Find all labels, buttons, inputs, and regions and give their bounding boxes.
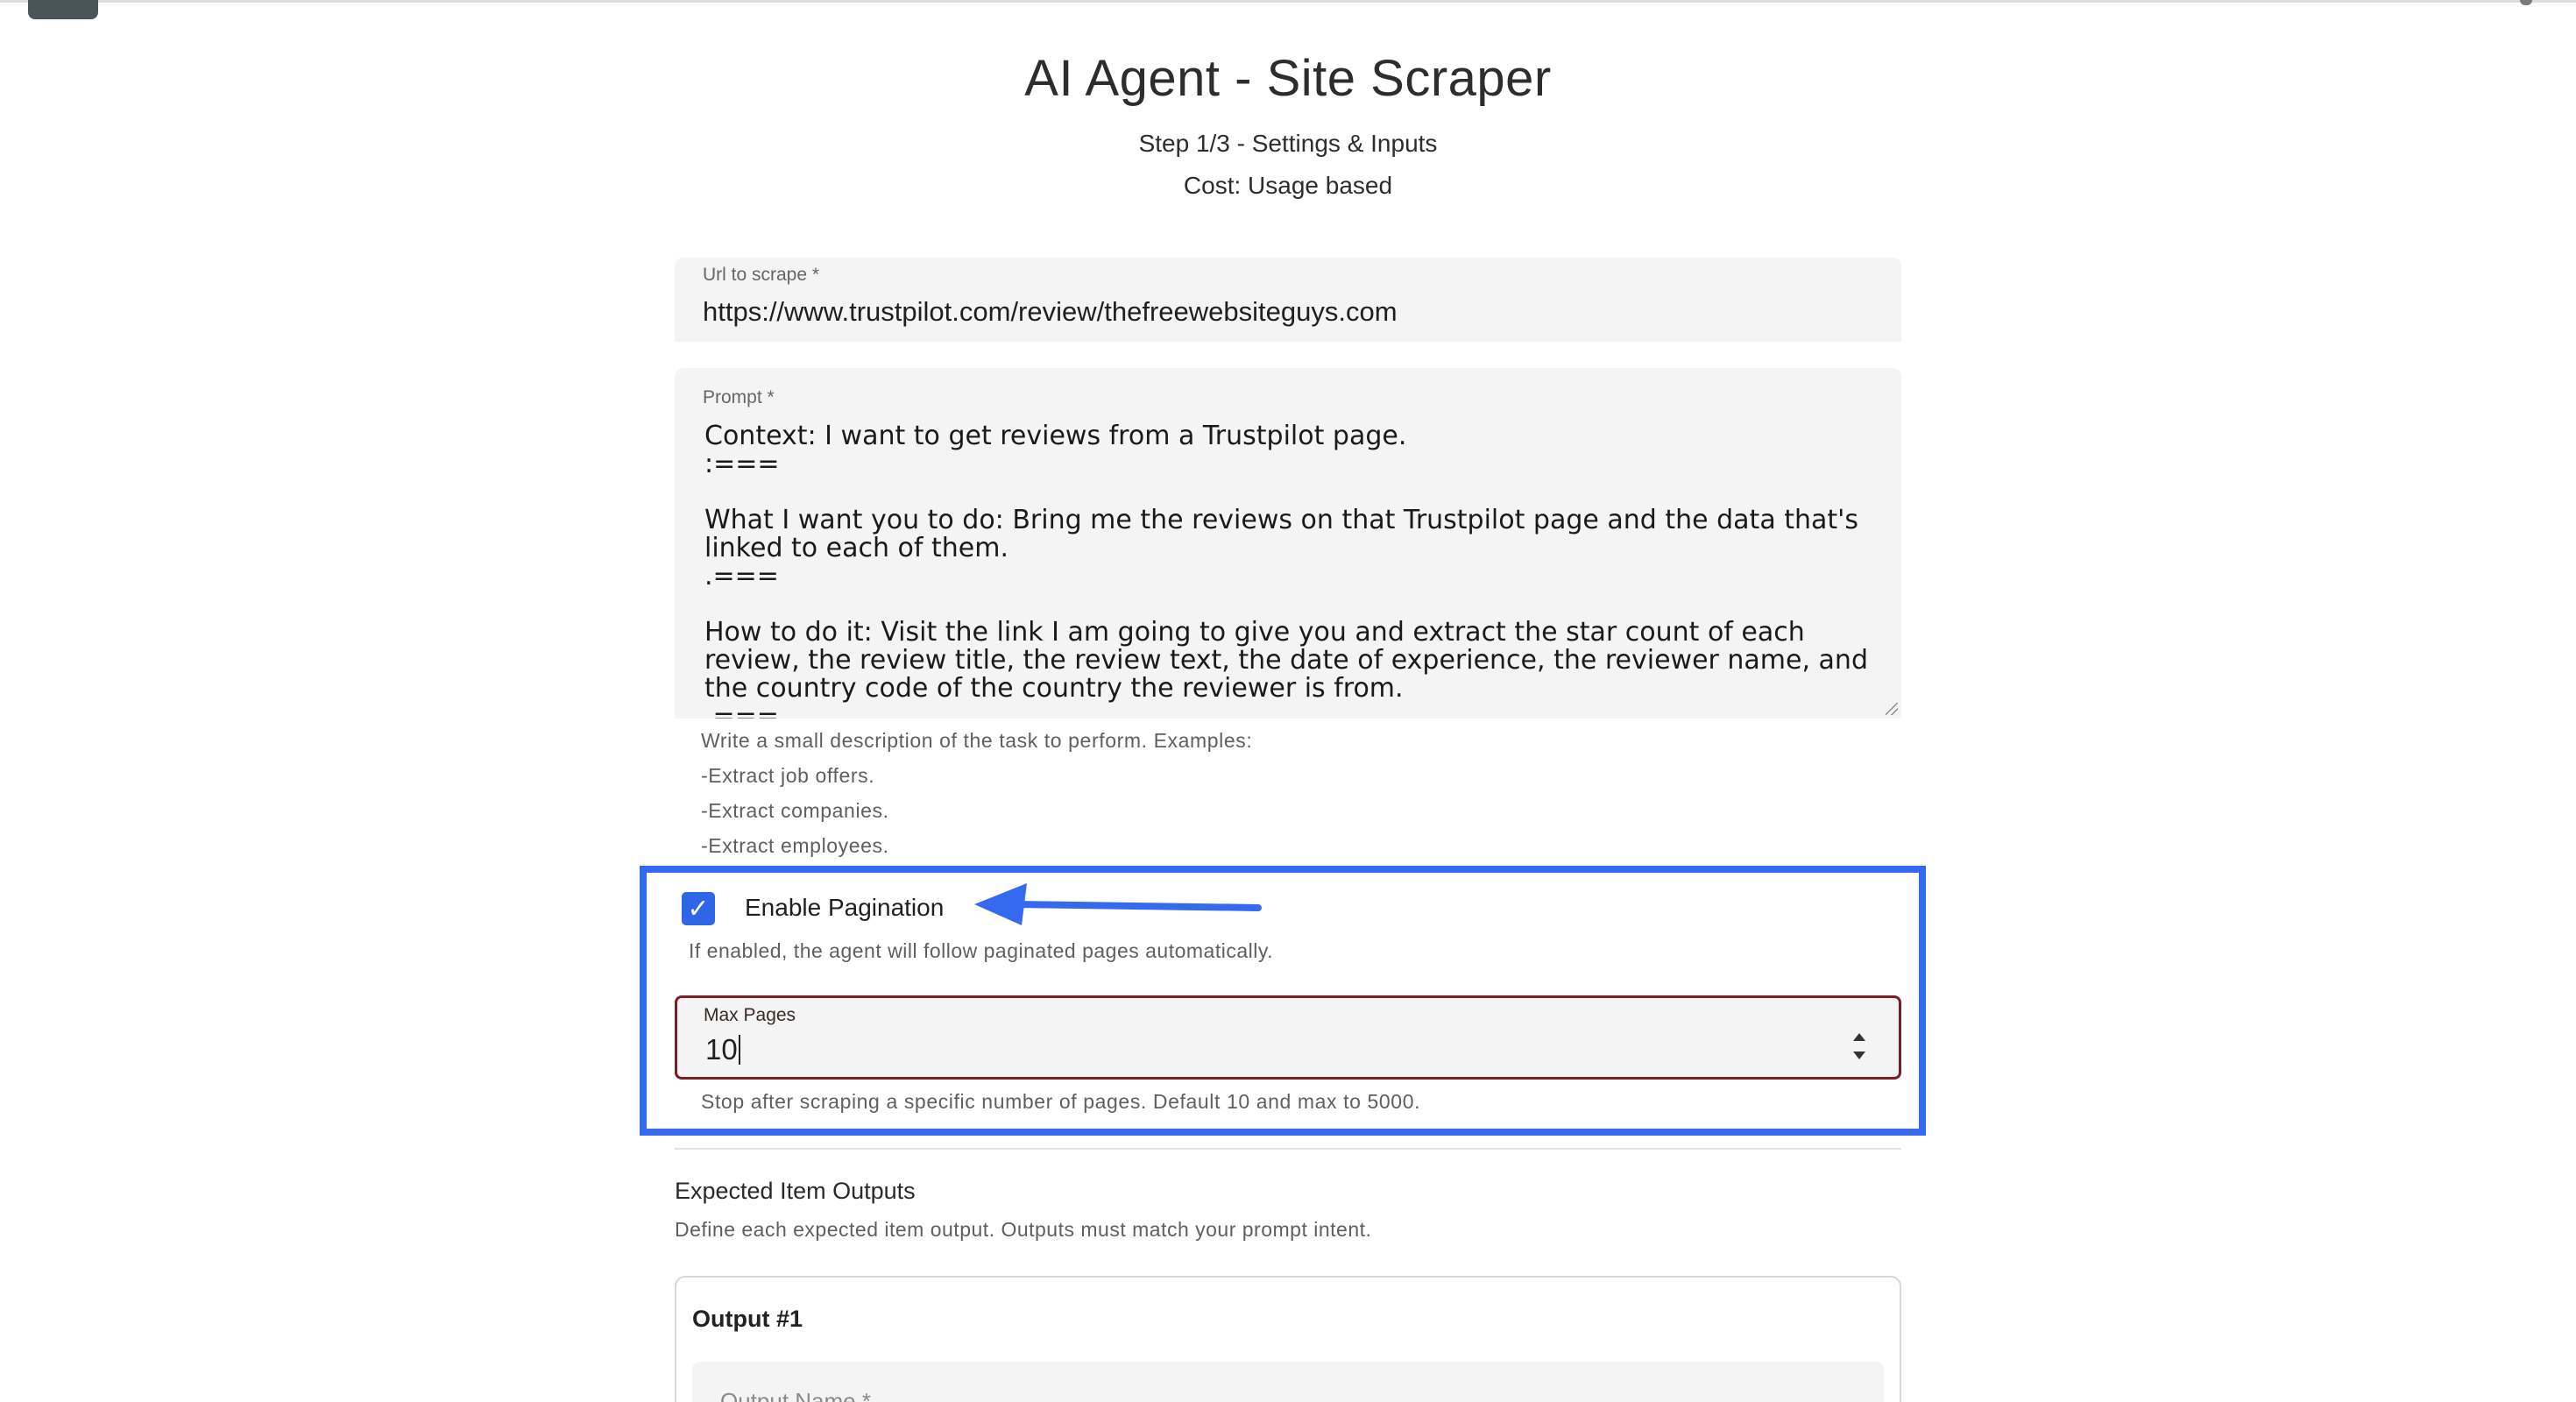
decrement-icon[interactable] — [1853, 1052, 1865, 1059]
step-indicator: Step 1/3 - Settings & Inputs — [1138, 130, 1438, 157]
output-name-field[interactable]: Output Name * — [692, 1362, 1884, 1402]
text-cursor — [738, 1035, 740, 1065]
outputs-section-title: Expected Item Outputs — [675, 1178, 916, 1204]
check-icon: ✓ — [687, 894, 710, 924]
max-pages-value[interactable]: 10 — [705, 1033, 738, 1066]
output-card-title: Output #1 — [692, 1306, 803, 1332]
resize-handle-icon[interactable] — [1886, 703, 1898, 715]
url-input[interactable]: https://www.trustpilot.com/review/thefre… — [703, 296, 1398, 328]
section-divider — [675, 1148, 1901, 1150]
url-field-label: Url to scrape * — [703, 265, 820, 285]
window-top-border — [0, 0, 2576, 3]
page-title: AI Agent - Site Scraper — [1024, 50, 1552, 107]
max-pages-input[interactable]: 10 — [705, 1033, 740, 1066]
spin-arrows-icon[interactable] — [1851, 1033, 1867, 1059]
prompt-helper-example: -Extract job offers. — [701, 764, 875, 787]
pagination-helper-text: If enabled, the agent will follow pagina… — [689, 939, 1274, 962]
output-card: Output #1 Output Name * — [675, 1276, 1901, 1402]
prompt-helper-example: -Extract companies. — [701, 799, 889, 822]
increment-icon[interactable] — [1853, 1033, 1865, 1041]
max-pages-helper-text: Stop after scraping a specific number of… — [701, 1090, 1421, 1113]
arrow-left-icon — [974, 883, 1262, 925]
cost-info: Cost: Usage based — [1183, 172, 1393, 199]
prompt-helper-example: -Extract employees. — [701, 834, 889, 857]
user-menu-icon[interactable] — [2520, 0, 2532, 5]
enable-pagination-checkbox[interactable]: ✓ — [682, 892, 715, 925]
app-menu-button[interactable] — [28, 0, 98, 19]
page: AI Agent - Site Scraper Step 1/3 - Setti… — [0, 0, 2576, 1402]
url-field[interactable]: Url to scrape * https://www.trustpilot.c… — [675, 258, 1901, 342]
prompt-textarea[interactable]: Context: I want to get reviews from a Tr… — [704, 422, 1870, 719]
prompt-field-label: Prompt * — [703, 387, 775, 407]
prompt-helper-text: Write a small description of the task to… — [701, 729, 1253, 752]
max-pages-field[interactable]: Max Pages 10 — [675, 995, 1901, 1080]
outputs-section-subtitle: Define each expected item output. Output… — [675, 1218, 1372, 1241]
enable-pagination-label[interactable]: Enable Pagination — [745, 894, 944, 922]
prompt-field[interactable]: Prompt * Context: I want to get reviews … — [675, 368, 1901, 719]
output-name-placeholder: Output Name * — [720, 1388, 871, 1402]
max-pages-label: Max Pages — [704, 1005, 796, 1025]
